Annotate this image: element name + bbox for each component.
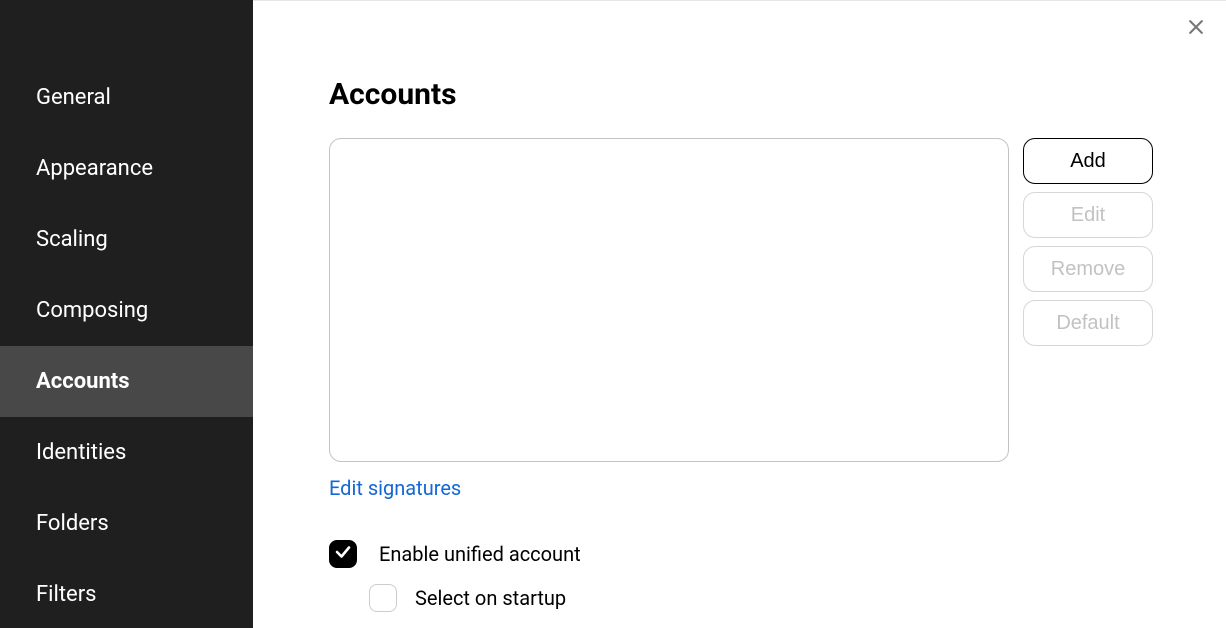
sidebar-item-general[interactable]: General — [0, 62, 253, 133]
enable-unified-row: Enable unified account — [329, 540, 1156, 568]
sidebar-item-label: Identities — [36, 440, 126, 465]
sidebar-item-label: Scaling — [36, 227, 108, 252]
settings-main: Accounts Add Edit Remove Default Edit si… — [253, 0, 1226, 628]
close-button[interactable] — [1182, 15, 1210, 43]
close-icon — [1186, 17, 1206, 41]
sidebar-item-composing[interactable]: Composing — [0, 275, 253, 346]
accounts-row: Add Edit Remove Default — [329, 138, 1156, 462]
select-on-startup-checkbox[interactable] — [369, 584, 397, 612]
account-buttons-column: Add Edit Remove Default — [1023, 138, 1153, 462]
select-on-startup-label: Select on startup — [415, 586, 566, 610]
settings-sidebar: General Appearance Scaling Composing Acc… — [0, 0, 253, 628]
sidebar-item-label: Filters — [36, 582, 97, 607]
sidebar-item-label: Accounts — [36, 369, 130, 394]
sidebar-item-identities[interactable]: Identities — [0, 417, 253, 488]
sidebar-item-label: Appearance — [36, 156, 153, 181]
page-title: Accounts — [329, 77, 1156, 112]
edit-signatures-link[interactable]: Edit signatures — [329, 476, 461, 500]
sidebar-item-label: Folders — [36, 511, 109, 536]
select-on-startup-row: Select on startup — [369, 584, 1156, 612]
check-icon — [334, 543, 352, 565]
sidebar-item-label: Composing — [36, 298, 148, 323]
edit-button[interactable]: Edit — [1023, 192, 1153, 238]
sidebar-item-scaling[interactable]: Scaling — [0, 204, 253, 275]
sidebar-item-label: General — [36, 85, 111, 110]
accounts-listbox[interactable] — [329, 138, 1009, 462]
sidebar-item-folders[interactable]: Folders — [0, 488, 253, 559]
sidebar-item-filters[interactable]: Filters — [0, 559, 253, 628]
default-button[interactable]: Default — [1023, 300, 1153, 346]
sidebar-item-accounts[interactable]: Accounts — [0, 346, 253, 417]
remove-button[interactable]: Remove — [1023, 246, 1153, 292]
enable-unified-checkbox[interactable] — [329, 540, 357, 568]
sidebar-item-appearance[interactable]: Appearance — [0, 133, 253, 204]
enable-unified-label: Enable unified account — [379, 542, 581, 566]
add-button[interactable]: Add — [1023, 138, 1153, 184]
